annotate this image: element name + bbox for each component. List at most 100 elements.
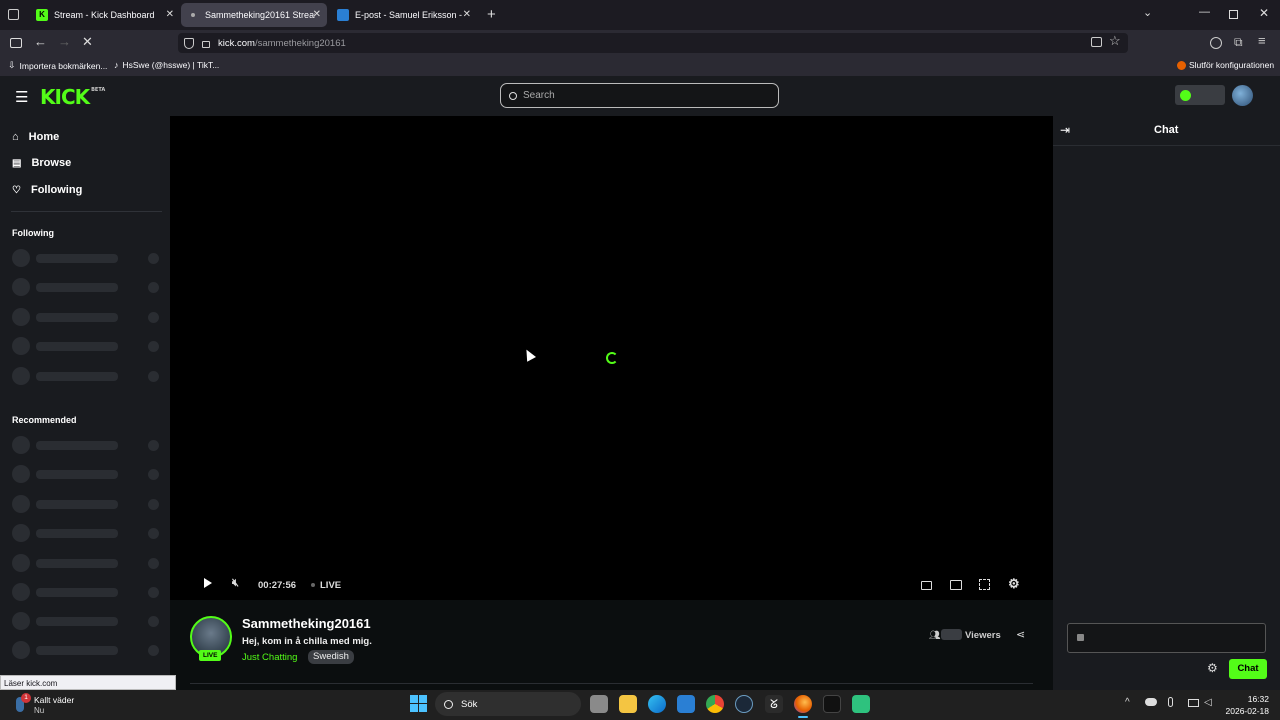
- tray-overflow-chevron-icon[interactable]: ^: [1125, 697, 1130, 708]
- bookmark-label: HsSwe (@hsswe) | TikT...: [122, 60, 220, 70]
- file-explorer-icon[interactable]: [619, 695, 637, 713]
- close-tab-icon[interactable]: ✕: [313, 9, 321, 20]
- streamer-name[interactable]: Sammetheking20161: [242, 616, 371, 631]
- microphone-icon[interactable]: [1168, 697, 1173, 707]
- loading-spinner-icon: [606, 352, 618, 364]
- tab-title: Sammetheking20161 Stream - K: [205, 10, 315, 20]
- start-button[interactable]: [410, 695, 427, 712]
- stop-loading-icon[interactable]: ✕: [82, 34, 93, 50]
- avatar[interactable]: [1232, 85, 1253, 106]
- tab-sammetheking-stream[interactable]: Sammetheking20161 Stream - K ✕: [181, 3, 327, 27]
- skeleton-avatar: [12, 583, 30, 601]
- clock-time[interactable]: 16:32: [1247, 694, 1269, 704]
- display-icon[interactable]: [1188, 699, 1199, 707]
- skeleton-bar: [36, 312, 118, 322]
- extensions-icon[interactable]: ⧉: [1234, 35, 1243, 50]
- chrome-icon[interactable]: [706, 695, 724, 713]
- shield-icon[interactable]: [184, 37, 194, 49]
- search-input[interactable]: Search: [500, 83, 779, 108]
- menu-icon[interactable]: ≡: [1258, 33, 1266, 48]
- kick-logo[interactable]: KICK BETA: [40, 85, 105, 109]
- address-bar[interactable]: kick.com /sammetheking20161: [178, 33, 1128, 53]
- extension-toggle[interactable]: [1175, 85, 1225, 105]
- chat-send-button[interactable]: Chat: [1229, 659, 1267, 679]
- skeleton-row: [12, 278, 160, 296]
- sidebar-toggle-icon[interactable]: [10, 38, 22, 48]
- skeleton-bar: [36, 587, 118, 597]
- cloud-icon[interactable]: [1145, 698, 1157, 706]
- sidebar-item-label: Home: [28, 131, 60, 143]
- sidebar-item-home[interactable]: ⌂ Home: [12, 127, 59, 147]
- bookmark-setup[interactable]: Slutför konfigurationen: [1177, 60, 1274, 70]
- close-window-icon[interactable]: ✕: [1259, 6, 1269, 20]
- mute-icon[interactable]: 🔇︎: [232, 577, 239, 590]
- skeleton-row: [12, 641, 160, 659]
- clip-icon[interactable]: [921, 581, 932, 590]
- reader-view-icon[interactable]: [1091, 37, 1102, 47]
- language-tag[interactable]: Swedish: [308, 650, 354, 664]
- taskbar-search[interactable]: Sök: [435, 692, 581, 716]
- skeleton-dot: [148, 252, 159, 264]
- chat-settings-gear-icon[interactable]: ⚙: [1207, 661, 1218, 675]
- category-link[interactable]: Just Chatting: [242, 652, 297, 663]
- skeleton-row: [12, 249, 160, 267]
- account-icon[interactable]: [1210, 37, 1222, 49]
- fullscreen-icon[interactable]: [979, 579, 990, 590]
- outlook-taskbar-icon[interactable]: [677, 695, 695, 713]
- hamburger-menu-icon[interactable]: ☰: [15, 88, 28, 106]
- sidebar-item-label: Browse: [31, 157, 72, 169]
- weather-subtitle: Nu: [34, 706, 45, 715]
- back-icon[interactable]: ←: [34, 34, 47, 49]
- sidebar-item-browse[interactable]: ▤ Browse: [12, 153, 71, 173]
- theater-mode-icon[interactable]: [950, 580, 962, 590]
- settings-gear-icon[interactable]: ⚙: [1008, 576, 1020, 592]
- skeleton-row: [12, 367, 160, 385]
- skeleton-dot: [148, 615, 159, 627]
- app-icon-g[interactable]: ᘜ: [765, 695, 783, 713]
- new-tab-icon[interactable]: +: [487, 6, 496, 23]
- close-tab-icon[interactable]: ✕: [166, 9, 174, 20]
- skeleton-dot: [148, 281, 159, 293]
- skeleton-dot: [148, 527, 159, 539]
- app-icon-dark[interactable]: [823, 695, 841, 713]
- active-app-indicator: [798, 716, 808, 718]
- skeleton-bar: [36, 282, 118, 292]
- play-icon[interactable]: [204, 578, 212, 588]
- browse-icon: ▤: [12, 157, 22, 169]
- bookmark-label: Slutför konfigurationen: [1189, 60, 1275, 70]
- skeleton-avatar: [12, 524, 30, 542]
- bookmark-import[interactable]: ⇩ Importera bokmärken...: [8, 60, 107, 71]
- chat-input[interactable]: [1067, 623, 1266, 653]
- close-tab-icon[interactable]: ✕: [463, 9, 471, 20]
- tab-outlook[interactable]: E-post - Samuel Eriksson - Outl ✕: [331, 3, 477, 27]
- share-icon[interactable]: ⋖: [1016, 628, 1025, 641]
- tab-list-icon[interactable]: [8, 9, 19, 20]
- skeleton-avatar: [12, 612, 30, 630]
- url-domain: kick.com: [218, 37, 255, 49]
- restore-icon[interactable]: [1229, 10, 1238, 19]
- bookmark-tiktok[interactable]: ♪ HsSwe (@hsswe) | TikT...: [114, 60, 219, 70]
- steam-icon[interactable]: [735, 695, 753, 713]
- minimize-icon[interactable]: —: [1199, 6, 1210, 18]
- skeleton-avatar: [12, 436, 30, 454]
- lock-icon[interactable]: [202, 41, 210, 48]
- weather-widget[interactable]: 1 Kallt väder Nu: [12, 692, 92, 718]
- skeleton-dot: [148, 498, 159, 510]
- speaker-icon[interactable]: ◁: [1204, 697, 1212, 708]
- clock-date[interactable]: 2026-02-18: [1220, 706, 1269, 716]
- forward-icon[interactable]: →: [58, 34, 71, 49]
- tab-kick-dashboard[interactable]: K Stream - Kick Dashboard ✕: [30, 3, 180, 27]
- collapse-chat-icon[interactable]: ⇥: [1060, 123, 1070, 137]
- tab-overflow-chevron-icon[interactable]: ⌄: [1143, 6, 1152, 19]
- edge-icon[interactable]: [648, 695, 666, 713]
- skeleton-row: [12, 524, 160, 542]
- sidebar-item-following[interactable]: ♡ Following: [12, 180, 82, 200]
- skeleton-bar: [36, 528, 118, 538]
- bookmark-star-icon[interactable]: ☆: [1109, 33, 1121, 49]
- skeleton-avatar: [12, 554, 30, 572]
- app-icon-green[interactable]: [852, 695, 870, 713]
- task-view-icon[interactable]: [590, 695, 608, 713]
- firefox-taskbar-icon[interactable]: [794, 695, 812, 713]
- recommended-heading: Recommended: [12, 415, 77, 425]
- skeleton-avatar: [12, 641, 30, 659]
